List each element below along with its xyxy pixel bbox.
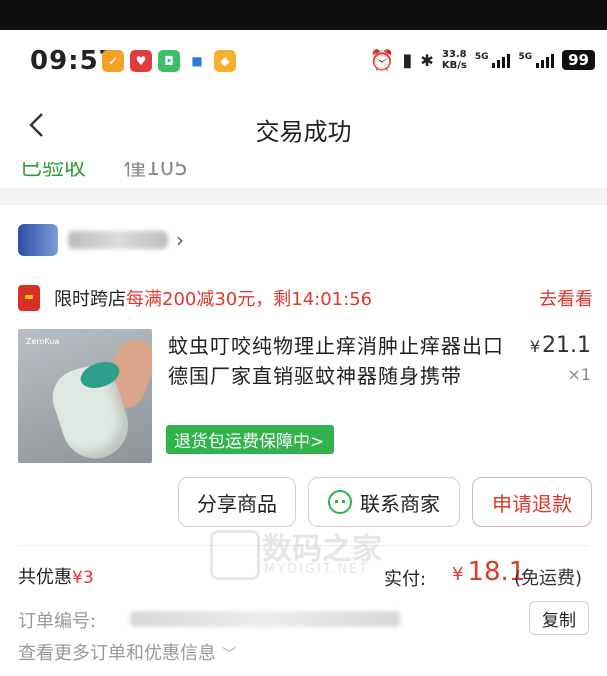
shop-row[interactable]: › — [18, 223, 184, 257]
discount-label: 共优惠 — [18, 567, 72, 588]
price-value: 21.1 — [542, 333, 591, 358]
status-right-group: ⏰ ▮ ✱ 33.8 KB/s 5G 5G 99 — [370, 48, 595, 72]
yellow-app-icon: ◆ — [214, 50, 236, 72]
shipping-note: (免运费) — [514, 568, 583, 589]
order-number-row: 订单编号: 复制 — [18, 601, 593, 637]
image-brand-text: ZeroKua — [26, 337, 60, 346]
copy-button[interactable]: 复制 — [529, 601, 589, 635]
product-price: ¥21.1 — [530, 333, 591, 358]
shop-logo — [18, 224, 58, 256]
heart-app-icon: ♥ — [130, 50, 152, 72]
promo-row: 限时跨店 每满200减30元，剩14:01:56 去看看 — [18, 283, 593, 313]
signal-strength-icon: 5G — [475, 52, 511, 68]
product-quantity: ×1 — [567, 365, 591, 384]
contact-seller-label: 联系商家 — [360, 491, 440, 516]
green-app-icon: ◘ — [158, 50, 180, 72]
chevron-right-icon: › — [176, 228, 184, 252]
net-speed-value: 33.8 — [441, 49, 467, 60]
contact-seller-button[interactable]: 联系商家 — [308, 477, 460, 527]
paid-label: 实付: — [384, 569, 427, 590]
blue-app-icon: ■ — [186, 50, 208, 72]
partial-text-2: 僅105 — [124, 162, 188, 181]
action-buttons: 分享商品 联系商家 申请退款 — [0, 477, 607, 531]
price-symbol: ¥ — [529, 337, 541, 356]
alarm-icon: ⏰ — [369, 48, 395, 72]
partial-text-1: 已验收 — [20, 162, 87, 181]
signal-label: 5G — [474, 52, 489, 62]
net-speed: 33.8 KB/s — [442, 49, 467, 71]
discount-info: 共优惠¥3 — [18, 563, 94, 589]
order-number-redacted — [130, 611, 400, 627]
notification-icons: ✓ ♥ ◘ ■ ◆ — [102, 50, 236, 72]
promo-label: 限时跨店 — [54, 289, 126, 310]
divider — [18, 545, 589, 546]
more-orders-label: 查看更多订单和优惠信息 — [18, 643, 216, 664]
top-status-bar-partial — [0, 0, 607, 30]
partial-status-strip: 已验收 僅105 — [0, 162, 607, 188]
product-item[interactable]: ZeroKua 蚊虫叮咬纯物理止痒消肿止痒器出口德国厂家直销驱蚊神器随身携带 ¥… — [18, 329, 593, 469]
paid-symbol: ¥ — [452, 564, 464, 585]
product-image[interactable]: ZeroKua — [18, 329, 152, 463]
chevron-down-icon: ﹀ — [222, 647, 236, 663]
net-speed-unit: KB/s — [441, 60, 467, 71]
share-product-button[interactable]: 分享商品 — [178, 477, 296, 527]
battery-icon: 99 — [562, 50, 595, 70]
payment-summary: 共优惠¥3 实付: ¥18.1 (免运费) — [18, 557, 593, 593]
nav-bar: 交易成功 — [0, 90, 607, 162]
shipping-guarantee-badge[interactable]: 退货包运费保障中> — [166, 425, 335, 454]
request-refund-button[interactable]: 申请退款 — [472, 477, 592, 527]
orange-app-icon: ✓ — [102, 50, 124, 72]
shop-name-redacted — [68, 231, 168, 249]
signal-strength-2-icon: 5G — [518, 52, 555, 68]
signal-label-2: 5G — [518, 52, 533, 62]
status-bar: 09:57 ✓ ♥ ◘ ■ ◆ ⏰ ▮ ✱ 33.8 KB/s 5G 5G 99 — [0, 30, 607, 90]
promo-detail: 每满200减30元，剩14:01:56 — [126, 289, 373, 310]
promo-link[interactable]: 去看看 — [539, 285, 593, 311]
order-number-label: 订单编号: — [18, 611, 97, 632]
chat-icon — [328, 490, 352, 514]
discount-amount: ¥3 — [72, 568, 94, 588]
vibrate-icon: ▮ — [402, 49, 413, 71]
more-orders-link[interactable]: 查看更多订单和优惠信息 ﹀ — [18, 639, 236, 665]
order-card: › 限时跨店 每满200减30元，剩14:01:56 去看看 ZeroKua 蚊… — [0, 205, 607, 676]
product-title[interactable]: 蚊虫叮咬纯物理止痒消肿止痒器出口德国厂家直销驱蚊神器随身携带 — [168, 331, 518, 391]
bluetooth-icon: ✱ — [420, 50, 434, 70]
page-title: 交易成功 — [255, 118, 352, 146]
red-packet-icon — [18, 285, 40, 311]
